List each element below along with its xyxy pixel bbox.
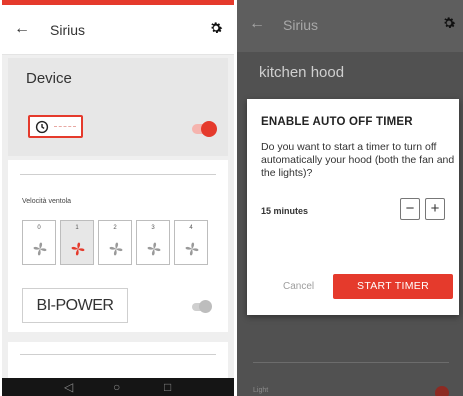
back-arrow-icon[interactable]: ←	[249, 16, 265, 32]
dialog-title: ENABLE AUTO OFF TIMER	[261, 116, 413, 128]
bi-power-label: BI-POWER	[22, 288, 128, 323]
fan-speed-1-button[interactable]: 1	[60, 220, 94, 265]
fan-speed-selector: 0 1 2 3 4	[22, 220, 208, 265]
decrease-button[interactable]: −	[400, 198, 420, 220]
device-title: Device	[26, 70, 72, 87]
fan-icon	[71, 242, 85, 256]
fan-speed-number: 3	[151, 225, 155, 231]
timer-placeholder-line	[54, 126, 76, 128]
toggle-knob	[199, 300, 212, 313]
fan-speed-number: 4	[189, 225, 193, 231]
nav-home-icon[interactable]: ○	[113, 380, 120, 394]
light-label: Light	[253, 387, 269, 394]
fan-speed-number: 1	[75, 225, 79, 231]
gear-icon[interactable]	[441, 15, 457, 31]
divider	[253, 362, 449, 363]
next-card	[8, 342, 228, 378]
divider	[20, 174, 216, 175]
fan-icon	[109, 242, 123, 256]
timer-duration: 15 minutes	[261, 206, 309, 216]
device-card: Device	[8, 58, 228, 156]
divider	[20, 354, 216, 355]
fan-speed-4-button[interactable]: 4	[174, 220, 208, 265]
back-arrow-icon[interactable]: ←	[14, 21, 30, 37]
app-title: Sirius	[50, 22, 86, 38]
nav-back-icon[interactable]: ◁	[64, 380, 73, 394]
fan-speed-card: Velocità ventola 0 1 2 3 4 BI-POWER	[8, 160, 228, 332]
increase-button[interactable]: +	[425, 198, 445, 220]
gear-icon[interactable]	[208, 20, 224, 36]
fan-icon	[33, 242, 47, 256]
cancel-button[interactable]: Cancel	[283, 281, 314, 292]
auto-off-timer-button[interactable]	[28, 115, 83, 138]
fan-speed-label: Velocità ventola	[22, 198, 72, 205]
light-toggle	[435, 386, 449, 396]
start-timer-button[interactable]: START TIMER	[333, 274, 453, 299]
toggle-knob	[201, 121, 217, 137]
fan-speed-number: 2	[113, 225, 117, 231]
dialog-message: Do you want to start a timer to turn off…	[261, 141, 455, 179]
app-title: Sirius	[283, 17, 319, 33]
nav-recents-icon[interactable]: □	[164, 380, 171, 394]
device-screen: ← Sirius Device Velocità ventola 0 1 2 3…	[2, 0, 234, 396]
fan-speed-2-button[interactable]: 2	[98, 220, 132, 265]
fan-speed-3-button[interactable]: 3	[136, 220, 170, 265]
device-power-toggle[interactable]	[192, 121, 217, 137]
fan-speed-0-button[interactable]: 0	[22, 220, 56, 265]
bi-power-toggle[interactable]	[192, 300, 212, 313]
app-bar: ← Sirius	[2, 5, 234, 55]
fan-icon	[147, 242, 161, 256]
timer-dialog-screen: ← Sirius kitchen hood Light ENABLE AUTO …	[237, 0, 463, 396]
device-name: kitchen hood	[259, 64, 345, 81]
fan-icon	[185, 242, 199, 256]
app-bar: ← Sirius	[237, 0, 463, 52]
clock-icon	[35, 120, 49, 134]
system-nav-bar: ◁ ○ □	[2, 378, 234, 396]
auto-off-timer-dialog: ENABLE AUTO OFF TIMER Do you want to sta…	[247, 99, 459, 315]
fan-speed-number: 0	[37, 225, 41, 231]
